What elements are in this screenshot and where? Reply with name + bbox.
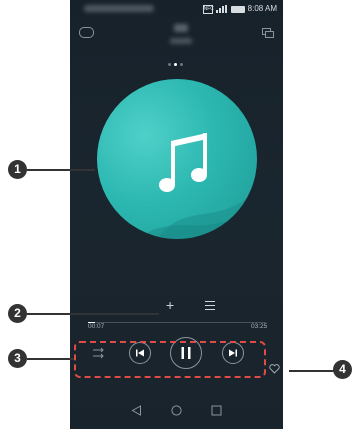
progress-bar[interactable] [88,322,266,323]
page-indicator [168,63,183,66]
song-title-blurred [174,24,188,32]
lock-icon[interactable] [79,27,94,38]
callout-line-4 [289,370,334,372]
artist-blurred [170,38,192,44]
controls-highlight-box [74,341,266,378]
status-bar: NFC 8:08 AM [70,0,283,18]
status-notification-blurred [84,5,154,12]
status-right: NFC 8:08 AM [202,4,277,14]
favorite-icon[interactable] [269,364,280,374]
album-cover[interactable] [97,79,257,239]
elapsed-time: 00:07 [88,323,105,330]
music-note-icon [159,133,207,192]
recents-icon[interactable] [211,405,222,416]
callout-3: 3 [8,349,27,368]
album-cover-art [137,133,257,239]
page-dot-active [174,63,177,66]
signal-icon [215,5,228,13]
add-icon[interactable]: + [166,298,174,312]
callout-line-3 [27,358,74,360]
status-time: 8:08 AM [247,4,277,13]
back-icon[interactable] [131,405,142,416]
page-dot [180,63,183,66]
total-time: 03:25 [251,323,268,330]
callout-4: 4 [333,360,352,379]
home-icon[interactable] [171,405,182,416]
callout-2: 2 [8,304,27,323]
playlist-icon[interactable] [205,301,215,310]
callout-line-1 [27,169,95,171]
callout-line-2 [27,313,159,315]
nfc-icon: NFC [202,4,214,14]
screen-switch-icon[interactable] [262,28,274,38]
battery-icon [230,5,245,13]
page-dot [168,63,171,66]
callout-1: 1 [8,160,27,179]
